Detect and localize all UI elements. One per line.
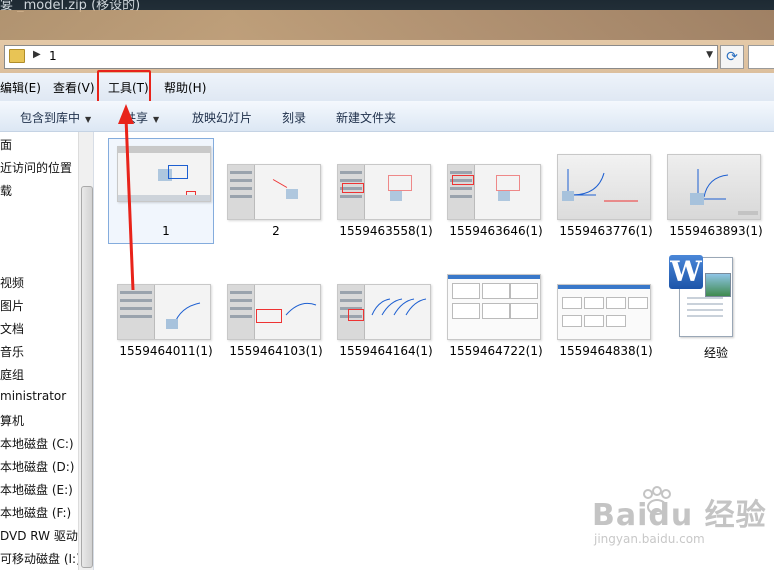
annotation-arrow-icon	[118, 104, 135, 291]
watermark-brand: Baidu 经验	[592, 498, 767, 533]
watermark-url: jingyan.baidu.com	[594, 532, 705, 546]
